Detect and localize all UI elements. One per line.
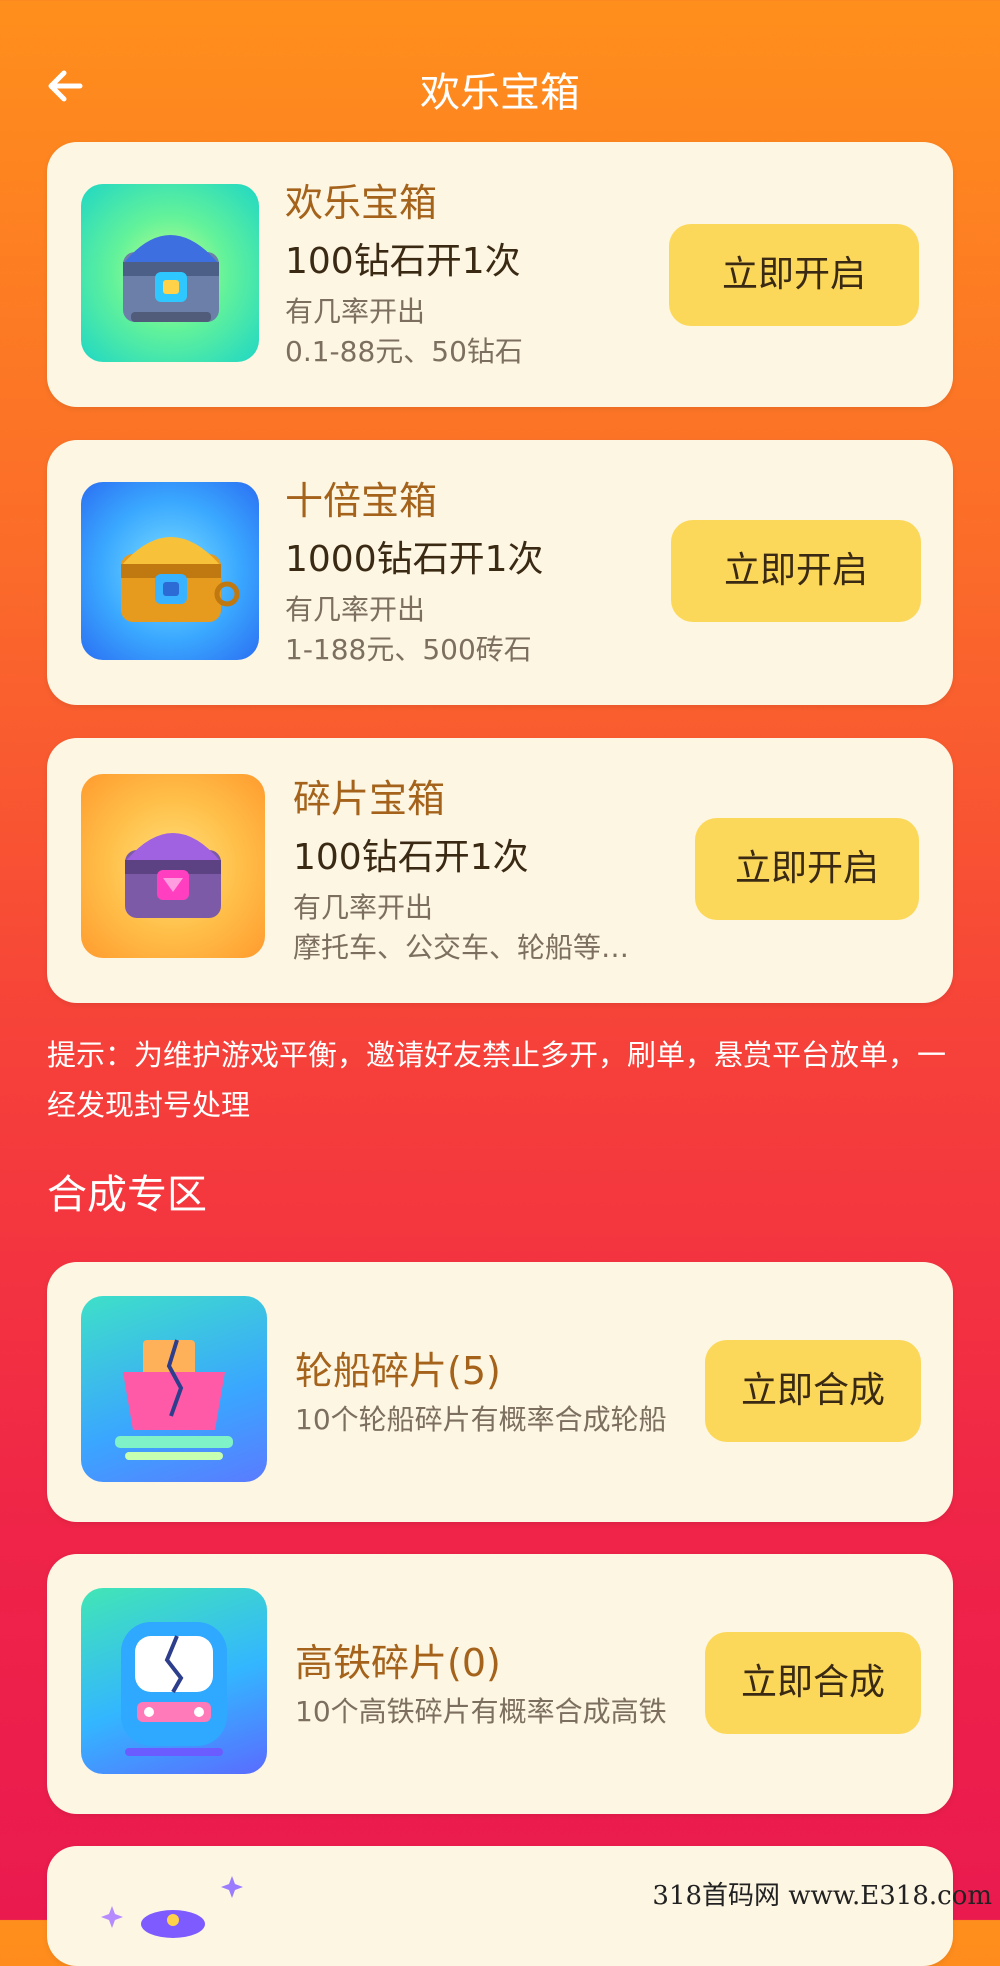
synth-card-train: 高铁碎片(0) 10个高铁碎片有概率合成高铁 立即合成 [47,1554,953,1814]
chest-card-fragment: 碎片宝箱 100钻石开1次 有几率开出 摩托车、公交车、轮船等… 立即开启 [47,738,953,1003]
synthesize-button[interactable]: 立即合成 [705,1632,921,1734]
synth-desc: 10个轮船碎片有概率合成轮船 [295,1403,667,1436]
synth-name: 轮船碎片(5) [295,1349,501,1393]
sparkle-icon [101,1876,243,1938]
ship-fragment-icon [81,1296,267,1482]
watermark: 318首码网 www.E318.com [652,1881,992,1911]
chest-desc-line2: 1-188元、500砖石 [285,633,532,666]
chest-name: 碎片宝箱 [293,777,446,821]
open-chest-button[interactable]: 立即开启 [671,520,921,622]
synth-desc: 10个高铁碎片有概率合成高铁 [295,1695,667,1728]
chest-desc-line2: 摩托车、公交车、轮船等… [293,931,630,964]
chest-blue-icon [81,184,259,362]
synthesize-button[interactable]: 立即合成 [705,1340,921,1442]
section-title: 合成专区 [47,1172,207,1218]
chest-desc-line1: 有几率开出 [285,295,426,328]
chest-desc-line1: 有几率开出 [285,593,426,626]
chest-name: 欢乐宝箱 [285,181,438,225]
open-chest-button[interactable]: 立即开启 [695,818,919,920]
chest-desc-line2: 0.1-88元、50钻石 [285,335,523,368]
chest-price: 1000钻石开1次 [285,539,544,580]
page-title: 欢乐宝箱 [420,70,580,116]
synth-name: 高铁碎片(0) [295,1641,501,1685]
train-fragment-icon [81,1588,267,1774]
chest-purple-icon [81,774,265,958]
chest-name: 十倍宝箱 [285,479,438,523]
notice-text: 提示：为维护游戏平衡，邀请好友禁止多开，刷单，悬赏平台放单，一经发现封号处理 [47,1038,947,1122]
chest-card-tenfold: 十倍宝箱 1000钻石开1次 有几率开出 1-188元、500砖石 立即开启 [47,440,953,705]
chest-desc-line1: 有几率开出 [293,891,434,924]
chest-price: 100钻石开1次 [293,837,529,878]
synth-card-ship: 轮船碎片(5) 10个轮船碎片有概率合成轮船 立即合成 [47,1262,953,1522]
chest-price: 100钻石开1次 [285,241,521,282]
open-chest-button[interactable]: 立即开启 [669,224,919,326]
chest-card-happy: 欢乐宝箱 100钻石开1次 有几率开出 0.1-88元、50钻石 立即开启 [47,142,953,407]
chest-gold-icon [81,482,259,660]
